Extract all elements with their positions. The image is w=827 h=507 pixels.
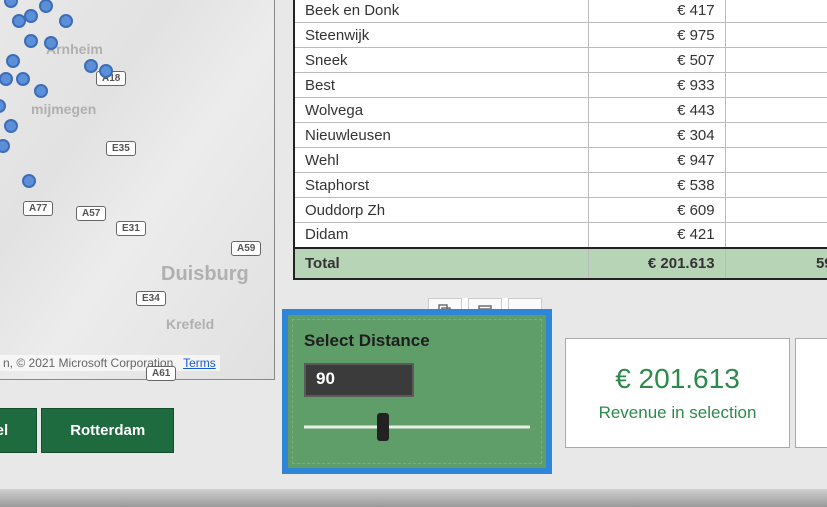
distance-value[interactable]: 90 xyxy=(304,363,414,397)
cell-name: Ouddorp Zh xyxy=(295,198,589,223)
map-marker[interactable] xyxy=(24,34,38,48)
cell-name: Didam xyxy=(295,223,589,248)
map-panel[interactable]: n, © 2021 Microsoft Corporation Terms Ar… xyxy=(0,0,275,380)
cell-count xyxy=(725,173,827,198)
cell-count xyxy=(725,123,827,148)
map-marker[interactable] xyxy=(34,84,48,98)
kpi-revenue-label: Revenue in selection xyxy=(599,403,757,423)
cell-count xyxy=(725,223,827,248)
map-marker[interactable] xyxy=(44,36,58,50)
distance-slider[interactable] xyxy=(304,415,530,439)
table-body: Heerenveen€ 768Beek en Donk€ 417Steenwij… xyxy=(295,0,827,248)
cell-name: Nieuwleusen xyxy=(295,123,589,148)
map-marker[interactable] xyxy=(59,14,73,28)
cell-name: Sneek xyxy=(295,48,589,73)
cell-count xyxy=(725,23,827,48)
cell-value: € 975 xyxy=(589,23,725,48)
cell-name: Staphorst xyxy=(295,173,589,198)
distance-title: Select Distance xyxy=(304,331,530,351)
map-marker[interactable] xyxy=(4,119,18,133)
cell-count xyxy=(725,198,827,223)
cell-value: € 421 xyxy=(589,223,725,248)
cell-count xyxy=(725,73,827,98)
bottom-gutter xyxy=(0,489,827,507)
map-canvas[interactable] xyxy=(0,0,274,379)
table-row[interactable]: Beek en Donk€ 417 xyxy=(295,0,827,23)
total-count: 599 xyxy=(725,248,827,278)
road-shield: A61 xyxy=(146,366,176,381)
map-attribution: n, © 2021 Microsoft Corporation Terms xyxy=(0,355,220,371)
total-label: Total xyxy=(295,248,589,278)
cell-value: € 609 xyxy=(589,198,725,223)
slider-track xyxy=(304,426,530,429)
cell-count xyxy=(725,98,827,123)
table-row[interactable]: Wehl€ 947 xyxy=(295,148,827,173)
map-marker[interactable] xyxy=(99,64,113,78)
table-row[interactable]: Didam€ 421 xyxy=(295,223,827,248)
cell-value: € 443 xyxy=(589,98,725,123)
table: Heerenveen€ 768Beek en Donk€ 417Steenwij… xyxy=(295,0,827,278)
city-buttons-row: eppelRotterdam xyxy=(0,408,174,453)
kpi-revenue: € 201.613 Revenue in selection xyxy=(565,338,790,448)
road-shield: A59 xyxy=(231,241,261,256)
cell-value: € 947 xyxy=(589,148,725,173)
table-row[interactable]: Steenwijk€ 975 xyxy=(295,23,827,48)
kpi-secondary: De xyxy=(795,338,827,448)
total-value: € 201.613 xyxy=(589,248,725,278)
map-marker[interactable] xyxy=(22,174,36,188)
cell-name: Beek en Donk xyxy=(295,0,589,23)
table-row[interactable]: Staphorst€ 538 xyxy=(295,173,827,198)
select-distance-widget[interactable]: Select Distance 90 xyxy=(282,309,552,474)
road-shield: E31 xyxy=(116,221,146,236)
table-row[interactable]: Best€ 933 xyxy=(295,73,827,98)
data-table: Heerenveen€ 768Beek en Donk€ 417Steenwij… xyxy=(293,0,827,280)
table-row[interactable]: Ouddorp Zh€ 609 xyxy=(295,198,827,223)
cell-value: € 304 xyxy=(589,123,725,148)
map-marker[interactable] xyxy=(16,72,30,86)
cell-name: Wehl xyxy=(295,148,589,173)
road-shield: A57 xyxy=(76,206,106,221)
cell-name: Best xyxy=(295,73,589,98)
table-row[interactable]: Wolvega€ 443 xyxy=(295,98,827,123)
kpi-revenue-value: € 201.613 xyxy=(615,363,740,395)
map-marker[interactable] xyxy=(24,9,38,23)
cell-name: Wolvega xyxy=(295,98,589,123)
cell-count xyxy=(725,0,827,23)
table-total-row: Total € 201.613 599 xyxy=(295,248,827,278)
slider-thumb[interactable] xyxy=(377,413,389,441)
cell-value: € 507 xyxy=(589,48,725,73)
cell-value: € 417 xyxy=(589,0,725,23)
cell-value: € 933 xyxy=(589,73,725,98)
cell-name: Steenwijk xyxy=(295,23,589,48)
map-marker[interactable] xyxy=(6,54,20,68)
map-terms-link[interactable]: Terms xyxy=(183,356,216,370)
map-marker[interactable] xyxy=(84,59,98,73)
cell-value: € 538 xyxy=(589,173,725,198)
cell-count xyxy=(725,48,827,73)
table-row[interactable]: Sneek€ 507 xyxy=(295,48,827,73)
city-button[interactable]: Rotterdam xyxy=(41,408,174,453)
table-row[interactable]: Nieuwleusen€ 304 xyxy=(295,123,827,148)
road-shield: E34 xyxy=(136,291,166,306)
road-shield: A77 xyxy=(23,201,53,216)
road-shield: E35 xyxy=(106,141,136,156)
cell-count xyxy=(725,148,827,173)
city-button[interactable]: eppel xyxy=(0,408,37,453)
